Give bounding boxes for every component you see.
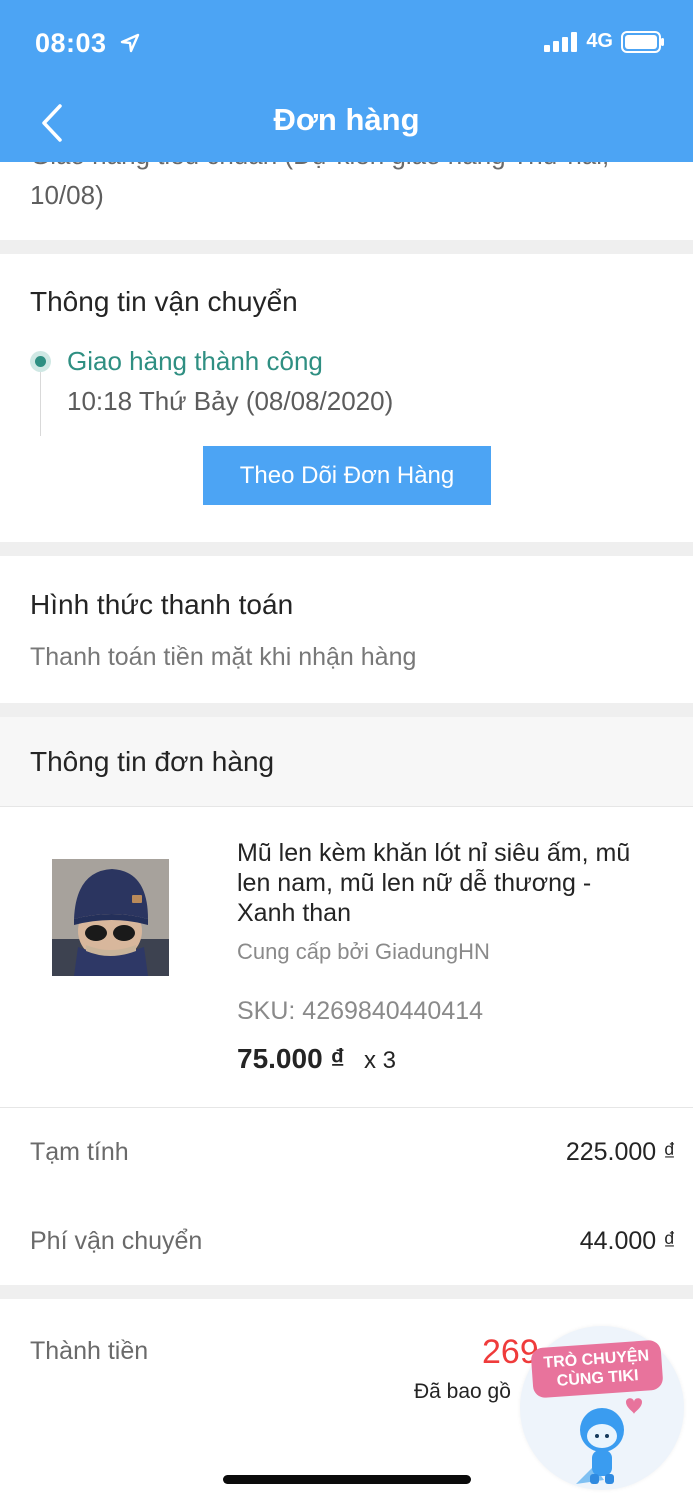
battery-icon [621, 30, 664, 53]
product-sku: SKU: 4269840440414 [237, 997, 484, 1025]
status-indicators: 4G [544, 30, 665, 53]
tiki-mascot-icon [576, 1398, 642, 1484]
app-header: 08:03 4G Đơn hàng [0, 0, 693, 162]
section-divider [0, 542, 693, 556]
status-time: 08:03 [35, 28, 107, 58]
product-name-line2[interactable]: len nam, mũ len nữ dễ thương - [237, 869, 591, 898]
section-divider [0, 703, 693, 717]
subtotal-value: 225.000 ₫ [565, 1138, 676, 1166]
home-indicator [223, 1475, 471, 1484]
product-image[interactable] [52, 859, 169, 976]
divider [0, 806, 693, 807]
shipping-status: Giao hàng thành công [67, 346, 323, 376]
chat-with-tiki-button[interactable]: TRÒ CHUYỆN CÙNG TIKI [520, 1326, 684, 1490]
signal-icon [544, 31, 578, 52]
vat-note: Đã bao gồ [414, 1380, 511, 1403]
network-type: 4G [586, 30, 613, 52]
payment-section-title: Hình thức thanh toán [30, 589, 294, 620]
page-title: Đơn hàng [273, 102, 420, 137]
product-name-line1[interactable]: Mũ len kèm khăn lót nỉ siêu ấm, mũ [237, 839, 630, 868]
product-price: 75.000 ₫ [237, 1043, 345, 1074]
shipping-section-title: Thông tin vận chuyển [30, 286, 298, 317]
product-quantity: x 3 [364, 1047, 397, 1074]
shipping-time: 10:18 Thứ Bảy (08/08/2020) [67, 386, 394, 416]
chat-badge: TRÒ CHUYỆN CÙNG TIKI [530, 1339, 664, 1399]
delivery-method-line2: 10/08) [30, 180, 104, 210]
divider [0, 1107, 693, 1108]
product-seller: Cung cấp bởi GiadungHN [237, 939, 490, 964]
shipping-fee-label: Phí vận chuyển [30, 1227, 203, 1255]
location-arrow-icon [120, 33, 140, 53]
shipping-fee-value: 44.000 ₫ [579, 1227, 676, 1255]
section-divider [0, 240, 693, 254]
timeline-dot-inner [35, 356, 46, 367]
product-photo-beanie [52, 859, 169, 976]
order-section-title: Thông tin đơn hàng [30, 746, 275, 777]
track-order-button[interactable]: Theo Dõi Đơn Hàng [203, 446, 491, 505]
timeline-line [40, 370, 41, 436]
total-label: Thành tiền [30, 1337, 149, 1365]
subtotal-label: Tạm tính [30, 1138, 129, 1166]
product-name-line3[interactable]: Xanh than [237, 899, 351, 928]
section-divider [0, 1285, 693, 1299]
payment-method: Thanh toán tiền mặt khi nhận hàng [30, 643, 417, 671]
